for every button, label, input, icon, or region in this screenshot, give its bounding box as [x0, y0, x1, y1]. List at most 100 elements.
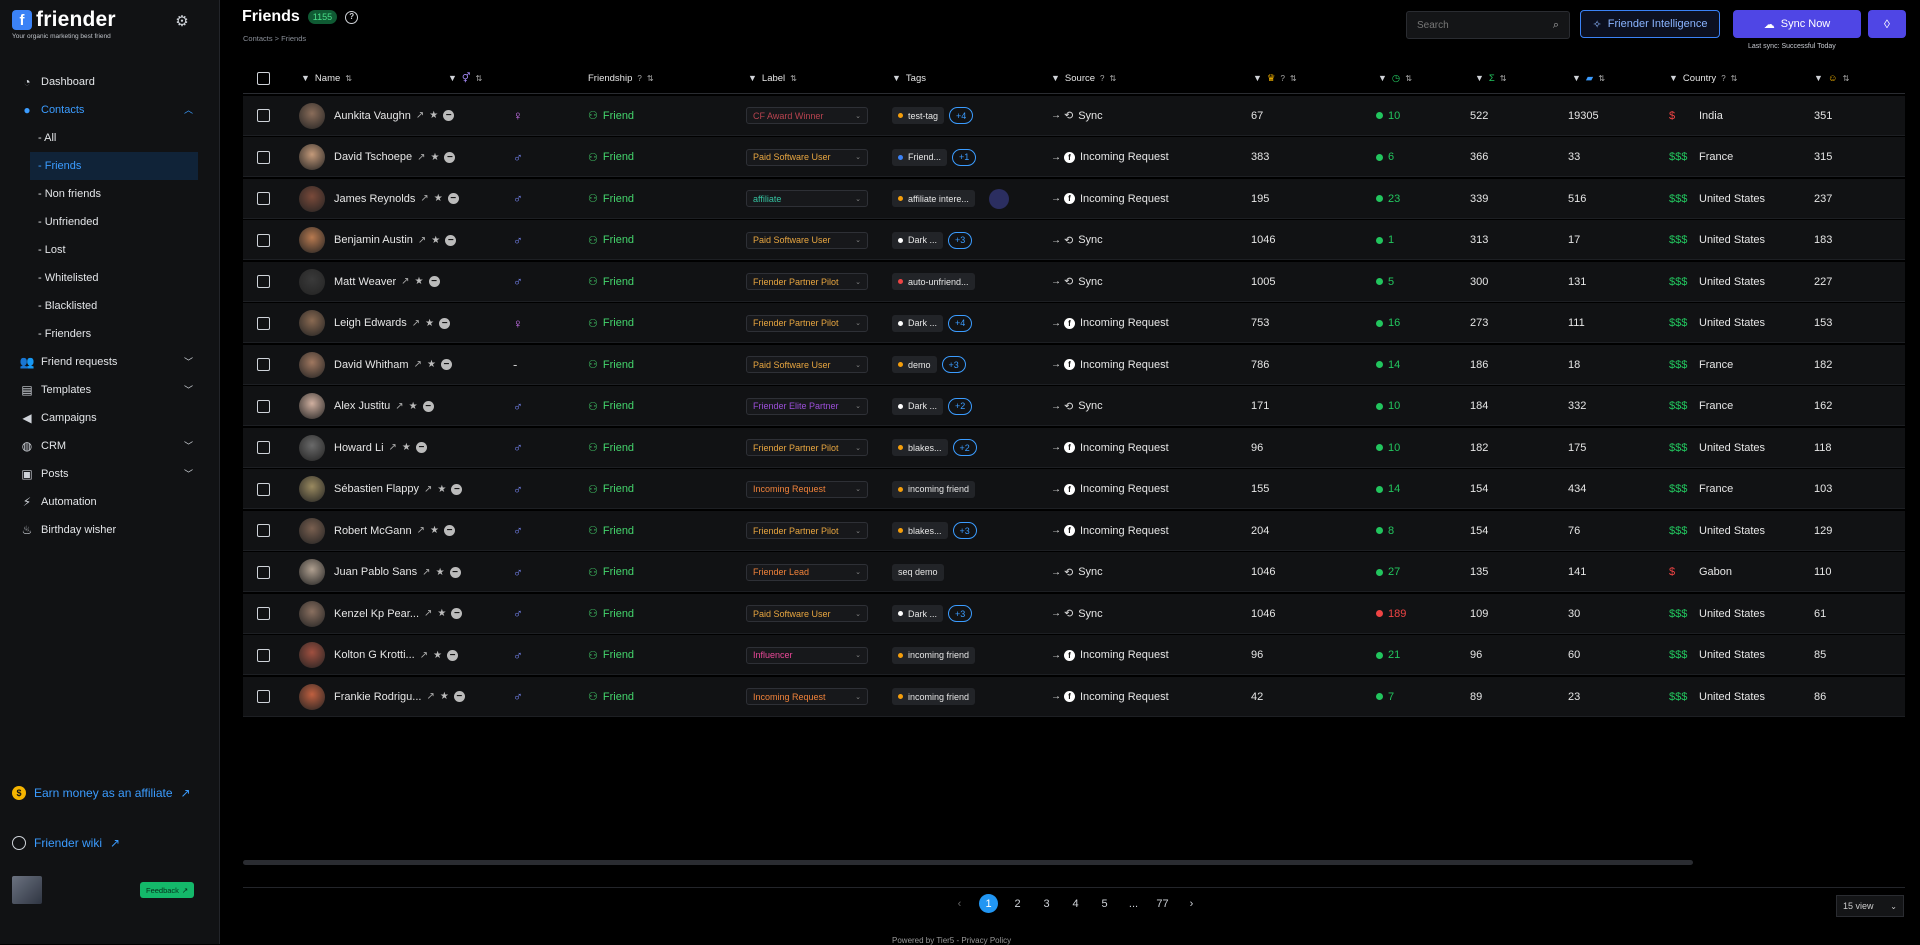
remove-icon[interactable]: − — [428, 276, 440, 287]
sidebar-subitem-friends[interactable]: - Friends — [30, 152, 198, 180]
table-row[interactable]: Alex Justitu ↗ ★ − ♂ ⚇ Friend Friender E… — [243, 386, 1905, 426]
external-link-icon[interactable]: ↗ — [417, 152, 425, 163]
page-5-button[interactable]: 5 — [1095, 894, 1114, 913]
star-icon[interactable]: ★ — [415, 276, 424, 287]
tag-pill[interactable]: auto-unfriend... — [892, 273, 975, 290]
contact-name[interactable]: David Tschoepe — [334, 151, 412, 163]
sort-icon[interactable]: ⇅ — [1500, 74, 1507, 83]
filter-icon[interactable]: ▼ — [1814, 73, 1823, 83]
sidebar-subitem-frienders[interactable]: - Frienders — [0, 320, 220, 348]
row-checkbox[interactable] — [257, 386, 270, 426]
table-row[interactable]: Juan Pablo Sans ↗ ★ − ♂ ⚇ Friend Friende… — [243, 552, 1905, 592]
tag-pill[interactable]: affiliate intere... — [892, 190, 975, 207]
horizontal-scrollbar[interactable] — [243, 860, 1693, 865]
table-row[interactable]: Howard Li ↗ ★ − ♂ ⚇ Friend Friender Part… — [243, 427, 1905, 468]
contact-name[interactable]: Alex Justitu — [334, 400, 390, 412]
sort-icon[interactable]: ⇅ — [476, 74, 483, 83]
remove-icon[interactable]: − — [451, 608, 463, 619]
avatar[interactable] — [299, 476, 325, 502]
col-reactions[interactable]: ▼ ☺ ⇅ — [1814, 62, 1849, 94]
external-link-icon[interactable]: ↗ — [412, 318, 420, 329]
sort-icon[interactable]: ⇅ — [790, 74, 797, 83]
help-icon[interactable]: ? — [1721, 74, 1725, 83]
remove-icon[interactable]: − — [445, 234, 457, 246]
add-tag-button[interactable] — [988, 188, 1009, 209]
select-all-checkbox[interactable] — [257, 62, 270, 94]
external-link-icon[interactable]: ↗ — [424, 608, 432, 619]
col-gender[interactable]: ▼ ⚥ ⇅ — [448, 62, 482, 94]
label-select[interactable]: Friender Partner Pilot ⌄ — [746, 522, 868, 539]
contact-name[interactable]: Aunkita Vaughn — [334, 110, 411, 122]
remove-icon[interactable]: − — [440, 359, 452, 370]
table-row[interactable]: Matt Weaver ↗ ★ − ♂ ⚇ Friend Friender Pa… — [243, 261, 1905, 302]
sort-icon[interactable]: ⇅ — [1843, 74, 1850, 83]
table-row[interactable]: David Whitham ↗ ★ − - ⚇ Friend Paid Soft… — [243, 344, 1905, 385]
tag-pill[interactable]: Dark ... — [892, 397, 944, 415]
sidebar-item-friend-requests[interactable]: 👥 Friend requests ﹀ — [0, 348, 220, 376]
remove-icon[interactable]: − — [443, 110, 455, 121]
more-tags-button[interactable]: +4 — [948, 314, 973, 332]
avatar[interactable] — [299, 683, 325, 710]
more-tags-button[interactable]: +3 — [941, 356, 966, 373]
row-checkbox[interactable] — [257, 345, 270, 385]
avatar[interactable] — [299, 185, 325, 212]
row-checkbox[interactable] — [257, 303, 270, 343]
col-tags[interactable]: ▼ Tags — [892, 62, 926, 94]
help-icon[interactable]: ? — [1280, 74, 1284, 83]
remove-icon[interactable]: − — [415, 442, 427, 453]
tag-pill[interactable]: demo — [892, 356, 937, 373]
avatar[interactable] — [12, 876, 42, 904]
remove-icon[interactable]: − — [447, 649, 459, 661]
sort-icon[interactable]: ⇅ — [1109, 74, 1116, 83]
remove-icon[interactable]: − — [444, 151, 456, 163]
sidebar-subitem-blacklisted[interactable]: - Blacklisted — [0, 292, 220, 320]
table-row[interactable]: Robert McGann ↗ ★ − ♂ ⚇ Friend Friender … — [243, 510, 1905, 551]
contact-name[interactable]: Howard Li — [334, 442, 384, 454]
remove-icon[interactable]: − — [444, 525, 456, 536]
more-tags-button[interactable]: +1 — [952, 148, 977, 166]
contact-name[interactable]: Robert McGann — [334, 525, 412, 537]
filter-icon[interactable]: ▼ — [1378, 73, 1387, 83]
label-select[interactable]: Influencer ⌄ — [746, 646, 868, 664]
avatar[interactable] — [299, 517, 325, 544]
tag-pill[interactable]: seq demo — [892, 563, 944, 581]
label-select[interactable]: Paid Software User ⌄ — [746, 356, 868, 373]
external-link-icon[interactable]: ↗ — [395, 401, 403, 412]
table-row[interactable]: Leigh Edwards ↗ ★ − ♀ ⚇ Friend Friender … — [243, 303, 1905, 343]
filter-icon[interactable]: ▼ — [892, 73, 901, 83]
star-icon[interactable]: ★ — [402, 442, 411, 453]
row-checkbox[interactable] — [257, 552, 270, 592]
sidebar-subitem-non-friends[interactable]: - Non friends — [0, 180, 220, 208]
tag-pill[interactable]: incoming friend — [892, 480, 976, 498]
sync-now-button[interactable]: ☁ Sync Now — [1733, 10, 1861, 38]
friender-intelligence-button[interactable]: ✧ Friender Intelligence — [1580, 10, 1720, 38]
feedback-button[interactable]: Feedback ↗ — [140, 882, 195, 898]
label-select[interactable]: CF Award Winner ⌄ — [746, 107, 868, 124]
prev-page-icon[interactable]: ‹ — [950, 894, 969, 913]
label-select[interactable]: Friender Partner Pilot ⌄ — [746, 273, 868, 290]
col-messages[interactable]: ▼ ▰ ⇅ — [1572, 62, 1605, 94]
tag-pill[interactable]: incoming friend — [892, 646, 976, 664]
tag-pill[interactable]: incoming friend — [892, 688, 976, 705]
star-icon[interactable]: ★ — [430, 152, 439, 163]
table-row[interactable]: Kolton G Krotti... ↗ ★ − ♂ ⚇ Friend Infl… — [243, 635, 1905, 675]
filter-icon[interactable]: ▼ — [448, 73, 457, 83]
sidebar-item-templates[interactable]: ▤ Templates ﹀ — [0, 376, 220, 404]
sidebar-subitem-lost[interactable]: - Lost — [0, 236, 220, 264]
remove-icon[interactable]: − — [439, 317, 451, 329]
avatar[interactable] — [299, 559, 325, 585]
help-icon[interactable]: ? — [637, 74, 641, 83]
label-select[interactable]: Paid Software User ⌄ — [746, 148, 868, 166]
affiliate-link[interactable]: $ Earn money as an affiliate ↗ — [12, 786, 191, 800]
star-icon[interactable]: ★ — [430, 525, 439, 536]
more-tags-button[interactable]: +2 — [952, 439, 977, 456]
star-icon[interactable]: ★ — [429, 110, 438, 121]
star-icon[interactable]: ★ — [433, 650, 442, 661]
tag-pill[interactable]: Friend... — [892, 148, 948, 166]
remove-icon[interactable]: − — [422, 400, 434, 412]
sort-icon[interactable]: ⇅ — [1731, 74, 1738, 83]
row-checkbox[interactable] — [257, 137, 270, 177]
avatar[interactable] — [299, 310, 325, 336]
sort-icon[interactable]: ⇅ — [345, 74, 352, 83]
table-row[interactable]: David Tschoepe ↗ ★ − ♂ ⚇ Friend Paid Sof… — [243, 137, 1905, 177]
